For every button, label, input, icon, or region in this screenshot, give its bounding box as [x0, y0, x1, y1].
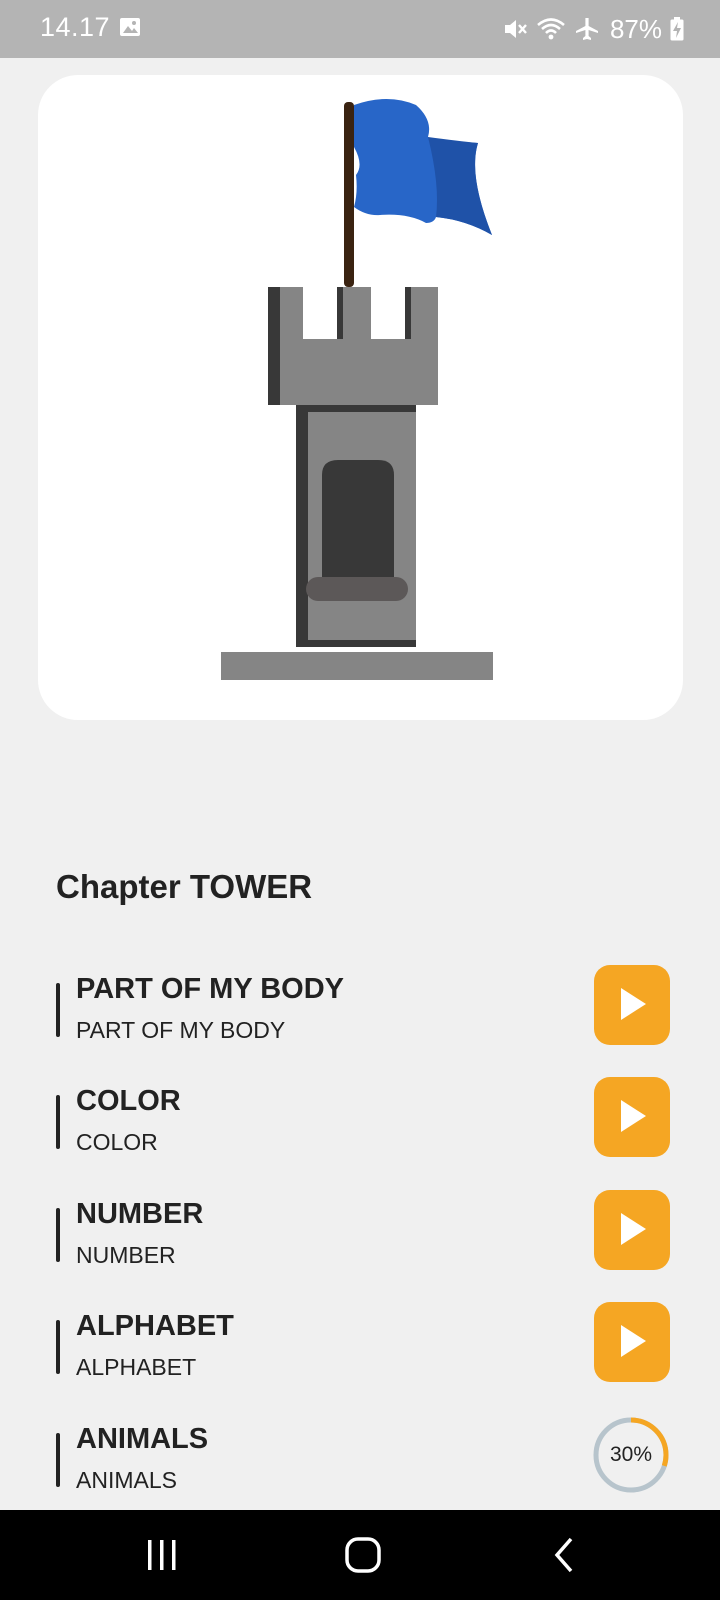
status-icons: 87% [502, 12, 684, 46]
play-button[interactable] [594, 965, 670, 1045]
gallery-icon [118, 15, 142, 39]
mute-icon [502, 16, 528, 42]
play-icon [621, 1325, 646, 1357]
navigation-bar [0, 1510, 720, 1600]
back-icon[interactable] [535, 1535, 595, 1575]
lesson-title: ANIMALS [76, 1423, 209, 1455]
tower-door [322, 460, 394, 577]
chapter-illustration-card [38, 75, 683, 720]
lesson-item[interactable]: PART OF MY BODY PART OF MY BODY [56, 965, 670, 1053]
play-button[interactable] [594, 1077, 670, 1157]
lesson-item[interactable]: COLOR COLOR [56, 1077, 670, 1165]
recent-apps-icon[interactable] [132, 1535, 192, 1575]
lesson-accent-bar [56, 1208, 60, 1262]
play-button[interactable] [594, 1190, 670, 1270]
lesson-item[interactable]: ANIMALS ANIMALS 30% [56, 1415, 670, 1503]
lesson-accent-bar [56, 1095, 60, 1149]
status-bar: 14.17 87% [0, 0, 720, 58]
lesson-subtitle: NUMBER [76, 1242, 176, 1268]
play-icon [621, 988, 646, 1020]
lesson-accent-bar [56, 1433, 60, 1487]
lesson-item[interactable]: ALPHABET ALPHABET [56, 1302, 670, 1390]
home-icon[interactable] [333, 1535, 393, 1575]
lesson-subtitle: ANIMALS [76, 1467, 177, 1493]
chapter-title: Chapter TOWER [56, 868, 313, 905]
lesson-subtitle: PART OF MY BODY [76, 1017, 286, 1043]
play-button[interactable] [594, 1302, 670, 1382]
battery-charging-icon [670, 17, 684, 41]
lesson-title: ALPHABET [76, 1310, 234, 1342]
lesson-subtitle: COLOR [76, 1129, 158, 1155]
door-step [306, 577, 408, 601]
wifi-icon [536, 16, 566, 42]
lesson-title: COLOR [76, 1085, 181, 1117]
airplane-mode-icon [574, 16, 600, 42]
lesson-title: NUMBER [76, 1198, 204, 1230]
lesson-accent-bar [56, 1320, 60, 1374]
battery-level: 87% [609, 13, 662, 44]
status-time: 14.17 [40, 12, 111, 42]
lesson-accent-bar [56, 983, 60, 1037]
lesson-item[interactable]: NUMBER NUMBER [56, 1190, 670, 1278]
play-icon [621, 1100, 646, 1132]
lesson-title: PART OF MY BODY [76, 973, 344, 1005]
progress-label: 30% [609, 1443, 653, 1466]
flag-pole [344, 102, 354, 287]
lesson-subtitle: ALPHABET [76, 1354, 197, 1380]
play-icon [621, 1213, 646, 1245]
tower-illustration [221, 99, 493, 680]
tower-base [221, 652, 493, 680]
